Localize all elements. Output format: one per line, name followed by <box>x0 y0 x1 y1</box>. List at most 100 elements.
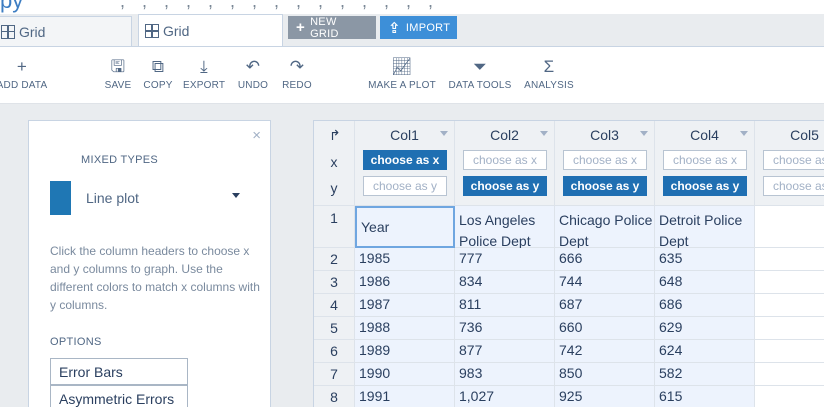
caret-down-icon[interactable] <box>640 131 648 136</box>
grid-cell[interactable]: Los Angeles Police Dept <box>455 206 555 249</box>
grid-icon <box>145 24 159 38</box>
choose-x-chip[interactable]: choose as x <box>763 150 824 170</box>
undo-button[interactable]: ↶ UNDO <box>235 57 271 91</box>
choose-y-chip[interactable]: choose as y <box>563 176 647 196</box>
grid-cell[interactable]: 660 <box>555 317 655 340</box>
column-header-col1[interactable]: Col1 choose as x choose as y <box>355 121 455 206</box>
choose-x-chip[interactable]: choose as x <box>463 150 547 170</box>
add-data-button[interactable]: + ADD DATA <box>0 57 48 91</box>
grid-cell[interactable]: 744 <box>555 271 655 294</box>
column-header-col3[interactable]: Col3 choose as x choose as y <box>555 121 655 206</box>
analysis-button[interactable]: Σ ANALYSIS <box>522 57 576 91</box>
corner-arrow-icon[interactable]: ↱ <box>329 127 341 144</box>
import-button[interactable]: ⇪ IMPORT <box>380 16 457 39</box>
data-tools-label: DATA TOOLS <box>448 80 512 91</box>
grid-cell[interactable] <box>755 386 824 407</box>
caret-down-icon[interactable] <box>232 193 240 198</box>
row-header[interactable]: 3 <box>314 271 355 294</box>
choose-y-chip[interactable]: choose as y <box>463 176 547 196</box>
row-header[interactable]: 1 <box>314 206 355 248</box>
grid-cell[interactable]: 629 <box>655 317 755 340</box>
column-header-col5[interactable]: Col5 choose as x choose as y <box>755 121 824 206</box>
caret-down-icon[interactable] <box>740 131 748 136</box>
toolbar: + ADD DATA 🖫 SAVE ⧉ COPY ⤓ EXPORT ↶ UNDO… <box>0 46 824 104</box>
choose-y-chip[interactable]: choose as y <box>363 176 447 196</box>
grid-cell[interactable]: 1985 <box>355 248 455 271</box>
row-header[interactable]: 4 <box>314 294 355 317</box>
grid-cell[interactable]: Chicago Police Dept <box>555 206 655 249</box>
asymmetric-errors-button[interactable]: Asymmetric Errors <box>50 385 188 407</box>
row-header[interactable]: 7 <box>314 363 355 386</box>
row-header[interactable]: 8 <box>314 386 355 407</box>
grid-cell[interactable] <box>755 294 824 317</box>
grid-cell[interactable]: 983 <box>455 363 555 386</box>
import-label: IMPORT <box>405 21 451 34</box>
caret-down-icon[interactable] <box>440 131 448 136</box>
row-header[interactable]: 6 <box>314 340 355 363</box>
close-icon[interactable]: × <box>252 127 261 144</box>
grid-cell[interactable]: 666 <box>555 248 655 271</box>
grid-cell[interactable]: 1,027 <box>455 386 555 407</box>
row-header[interactable]: 2 <box>314 248 355 271</box>
grid-cell[interactable]: 1987 <box>355 294 455 317</box>
column-header-col2[interactable]: Col2 choose as x choose as y <box>455 121 555 206</box>
redo-button[interactable]: ↷ REDO <box>280 57 314 91</box>
tab-grid-1[interactable]: Grid <box>0 16 132 46</box>
plot-type-select[interactable]: Line plot <box>86 190 139 206</box>
grid-cell[interactable] <box>755 271 824 294</box>
choose-y-chip[interactable]: choose as y <box>763 176 824 196</box>
choose-y-chip[interactable]: choose as y <box>663 176 747 196</box>
make-a-plot-button[interactable]: 📈︎ MAKE A PLOT <box>367 57 437 91</box>
plus-icon: + <box>16 57 28 76</box>
column-header-col4[interactable]: Col4 choose as x choose as y <box>655 121 755 206</box>
grid-cell[interactable] <box>755 317 824 340</box>
grid-cell[interactable]: 648 <box>655 271 755 294</box>
grid-cell[interactable]: 1990 <box>355 363 455 386</box>
data-tools-button[interactable]: ⏷ DATA TOOLS <box>447 57 513 91</box>
title-strip: py , , , , , , , , , , , , , , , <box>0 0 824 14</box>
choose-x-chip[interactable]: choose as x <box>663 150 747 170</box>
error-bars-button[interactable]: Error Bars <box>50 358 188 385</box>
grid-cell[interactable]: 877 <box>455 340 555 363</box>
grid-cell[interactable]: Year <box>355 206 455 248</box>
choose-x-chip[interactable]: choose as x <box>363 150 447 170</box>
trace-color-swatch[interactable] <box>50 181 71 215</box>
grid-cell[interactable]: 1989 <box>355 340 455 363</box>
tab-label: Grid <box>19 23 46 40</box>
tab-grid-2[interactable]: Grid <box>138 14 283 47</box>
grid-cell[interactable]: Detroit Police Dept <box>655 206 755 249</box>
choose-x-chip[interactable]: choose as x <box>563 150 647 170</box>
save-button[interactable]: 🖫 SAVE <box>103 57 133 91</box>
grid-cell[interactable]: 925 <box>555 386 655 407</box>
export-button[interactable]: ⤓ EXPORT <box>183 57 225 91</box>
column-name: Col5 <box>790 127 819 143</box>
grid-cell[interactable]: 635 <box>655 248 755 271</box>
grid-cell[interactable]: 834 <box>455 271 555 294</box>
copy-button[interactable]: ⧉ COPY <box>141 57 175 91</box>
new-grid-button[interactable]: + NEW GRID <box>288 15 376 40</box>
grid-cell[interactable]: 1988 <box>355 317 455 340</box>
grid-cell[interactable]: 624 <box>655 340 755 363</box>
grid-cell[interactable]: 582 <box>655 363 755 386</box>
x-row-label: x <box>330 154 338 170</box>
new-grid-label: NEW GRID <box>310 15 339 40</box>
grid-cell[interactable]: 686 <box>655 294 755 317</box>
row-header[interactable]: 5 <box>314 317 355 340</box>
grid-cell[interactable]: 1986 <box>355 271 455 294</box>
grid-cell[interactable]: 742 <box>555 340 655 363</box>
plus-icon: + <box>296 19 306 36</box>
grid-cell[interactable] <box>755 206 824 248</box>
grid-cell[interactable]: 850 <box>555 363 655 386</box>
grid-cell[interactable]: 736 <box>455 317 555 340</box>
grid-cell[interactable]: 1991 <box>355 386 455 407</box>
grid-cell[interactable]: 811 <box>455 294 555 317</box>
caret-down-icon[interactable] <box>540 131 548 136</box>
grid-cell[interactable]: 615 <box>655 386 755 407</box>
filter-icon: ⏷ <box>473 57 487 76</box>
grid-cell[interactable]: 687 <box>555 294 655 317</box>
grid-cell[interactable]: 777 <box>455 248 555 271</box>
grid-cell[interactable] <box>755 363 824 386</box>
grid-cell[interactable] <box>755 340 824 363</box>
app-title-fragment: py <box>0 0 24 13</box>
grid-cell[interactable] <box>755 248 824 271</box>
